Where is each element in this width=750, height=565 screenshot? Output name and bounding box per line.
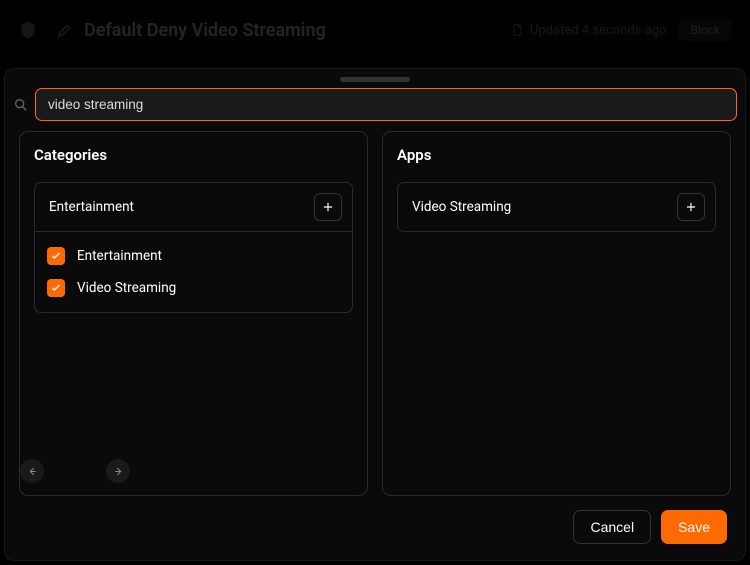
prev-button[interactable] xyxy=(20,459,44,483)
category-items: Entertainment Video Streaming xyxy=(34,232,353,313)
item-label: Entertainment xyxy=(77,248,162,264)
apps-title: Apps xyxy=(397,146,716,164)
add-category-button[interactable] xyxy=(314,193,342,221)
save-button[interactable]: Save xyxy=(661,510,727,544)
list-item[interactable]: Video Streaming xyxy=(41,272,346,304)
cancel-button[interactable]: Cancel xyxy=(573,510,651,544)
drag-handle[interactable] xyxy=(340,77,410,82)
search-input[interactable] xyxy=(35,88,737,121)
app-row: Video Streaming xyxy=(397,182,716,232)
search-row xyxy=(5,88,745,131)
next-button[interactable] xyxy=(106,459,130,483)
search-icon xyxy=(13,97,29,113)
add-app-button[interactable] xyxy=(677,193,705,221)
sheet-footer: Cancel Save xyxy=(5,496,745,560)
apps-panel: Apps Video Streaming xyxy=(382,131,731,496)
categories-panel: Categories Entertainment Entertainment xyxy=(19,131,368,496)
plus-icon xyxy=(684,200,698,214)
list-item[interactable]: Entertainment xyxy=(41,240,346,272)
checkbox-checked-icon[interactable] xyxy=(47,247,65,265)
arrow-right-icon xyxy=(112,465,125,478)
item-label: Video Streaming xyxy=(77,280,176,296)
app-label: Video Streaming xyxy=(412,199,511,215)
categories-title: Categories xyxy=(34,146,353,164)
category-group-label: Entertainment xyxy=(49,199,134,215)
selection-sheet: Categories Entertainment Entertainment xyxy=(4,68,746,561)
checkbox-checked-icon[interactable] xyxy=(47,279,65,297)
plus-icon xyxy=(321,200,335,214)
arrow-left-icon xyxy=(26,465,39,478)
category-group-header: Entertainment xyxy=(34,182,353,232)
